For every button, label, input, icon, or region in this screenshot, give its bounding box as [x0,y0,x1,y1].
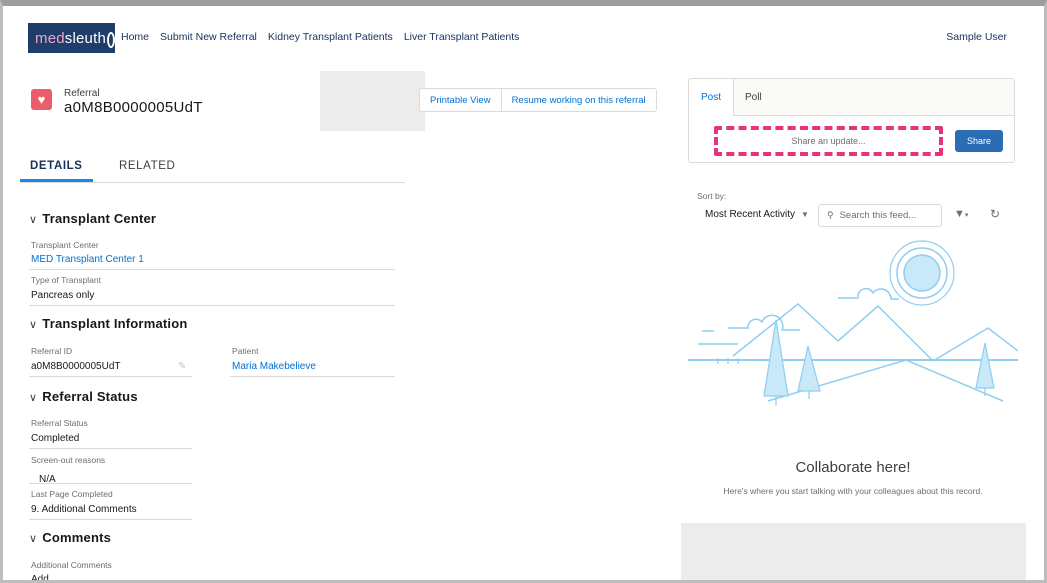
sort-value: Most Recent Activity [705,209,796,220]
medsleuth-logo[interactable]: medsleuth [28,23,115,53]
chevron-down-icon: ∨ [29,214,38,226]
section-referral-status[interactable]: ∨ Referral Status [29,389,138,404]
field-value: Completed [31,433,80,444]
field-value: a0M8B0000005UdT [31,361,121,372]
record-actions: Printable View Resume working on this re… [419,88,657,112]
chevron-down-icon: ∨ [29,319,38,331]
section-transplant-information[interactable]: ∨ Transplant Information [29,316,188,331]
logo-med-text: med [35,29,65,47]
section-title-text: Comments [42,530,112,545]
nav-kidney-patients-link[interactable]: Kidney Transplant Patients [268,31,393,43]
feed-search-placeholder: Search this feed... [839,210,917,221]
field-label: Referral ID [31,346,73,356]
user-menu[interactable]: Sample User [946,31,1007,43]
patient-link[interactable]: Maria Makebelieve [232,361,316,372]
empty-state-subtitle: Here's where you start talking with your… [723,486,983,496]
nav-home-link[interactable]: Home [121,31,149,43]
tab-poll[interactable]: Poll [745,79,762,116]
field-label: Screen-out reasons [31,455,106,465]
nav-submit-referral-link[interactable]: Submit New Referral [160,31,257,43]
filter-icon[interactable]: ▼▾ [954,208,968,220]
chevron-down-icon: ∨ [29,533,38,545]
field-divider [29,483,192,484]
feed-search-input[interactable]: ⚲ Search this feed... [818,204,942,227]
field-label: Transplant Center [31,240,99,250]
heart-icon: ♥ [31,89,52,110]
refresh-icon[interactable]: ↻ [990,207,1000,221]
section-title-text: Transplant Information [42,316,188,331]
edit-pencil-icon[interactable]: ✎ [178,361,186,372]
nav-links: Home Submit New Referral Kidney Transpla… [121,31,530,43]
field-divider [29,519,192,520]
collaborate-illustration [688,240,1018,406]
record-title: a0M8B0000005UdT [64,99,203,116]
section-transplant-center[interactable]: ∨ Transplant Center [29,211,156,226]
transplant-center-link[interactable]: MED Transplant Center 1 [31,254,144,265]
sort-select[interactable]: Most Recent Activity ▼ [705,209,809,220]
record-type-label: Referral [64,88,100,99]
tab-details[interactable]: DETAILS [20,160,93,182]
field-divider [29,305,395,306]
field-label: Referral Status [31,418,88,428]
nav-liver-patients-link[interactable]: Liver Transplant Patients [404,31,520,43]
resume-referral-button[interactable]: Resume working on this referral [501,88,657,112]
share-button[interactable]: Share [955,130,1003,152]
chevron-down-icon: ∨ [29,392,38,404]
field-label: Additional Comments [31,560,112,570]
field-value: Pancreas only [31,290,95,301]
sort-label: Sort by: [697,191,727,201]
field-divider [29,269,395,270]
field-label: Patient [232,346,259,356]
search-icon: ⚲ [827,210,834,220]
share-update-input[interactable]: Share an update... [714,126,943,156]
top-nav: medsleuth Home Submit New Referral Kidne… [3,6,1044,64]
field-label: Last Page Completed [31,489,113,499]
tab-post[interactable]: Post [689,79,734,116]
section-comments[interactable]: ∨ Comments [29,530,111,545]
field-label: Type of Transplant [31,275,101,285]
field-value: Add [31,574,49,580]
section-title-text: Transplant Center [42,211,157,226]
section-title-text: Referral Status [42,389,138,404]
field-value: 9. Additional Comments [31,504,137,515]
logo-sleuth-text: sleuth [64,29,107,47]
magnifier-icon [107,32,115,48]
printable-view-button[interactable]: Printable View [419,88,502,112]
caret-down-icon: ▼ [801,210,809,219]
field-divider [230,376,395,377]
placeholder-box [320,71,425,131]
placeholder-box [681,523,1026,580]
field-divider [29,448,192,449]
field-divider [29,376,192,377]
tab-related[interactable]: RELATED [119,160,175,172]
empty-state-title: Collaborate here! [795,459,911,476]
record-tabs: DETAILS RELATED [20,153,405,183]
